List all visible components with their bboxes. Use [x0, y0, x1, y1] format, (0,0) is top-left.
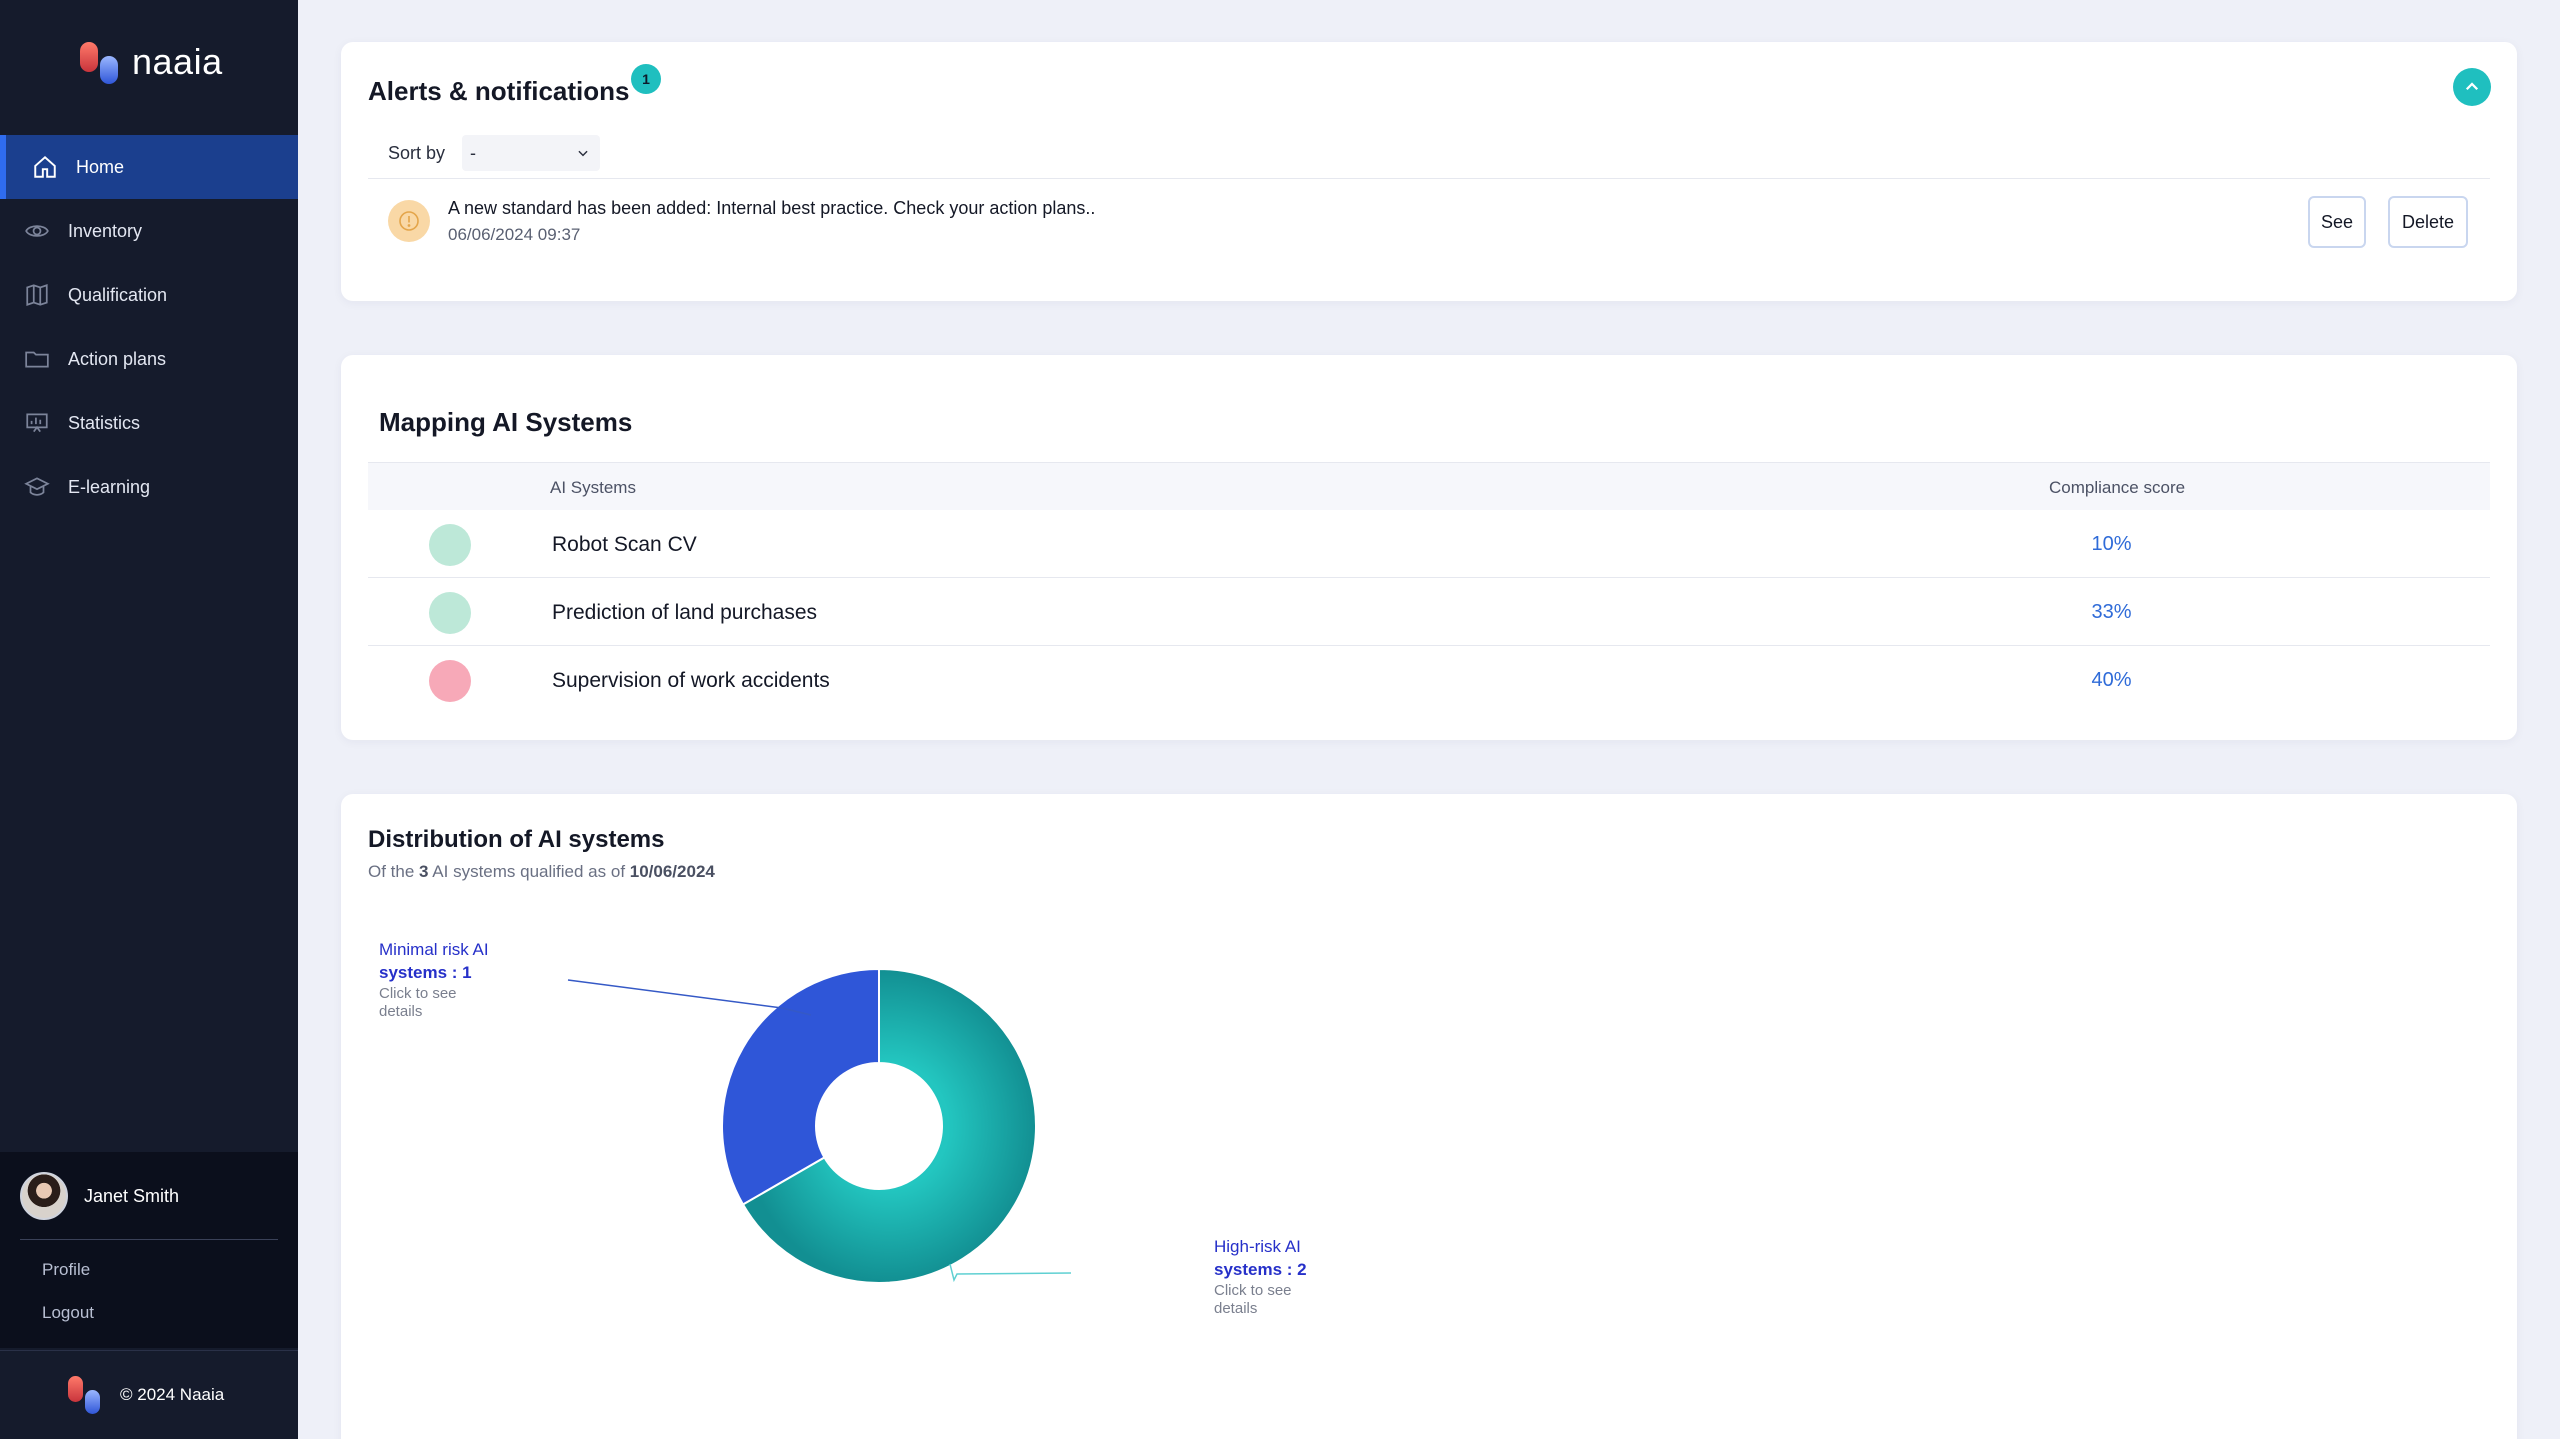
slice-hint-minimal-risk[interactable]: Click to see [379, 985, 457, 1002]
naaia-logo[interactable]: naaia [80, 40, 223, 84]
sidebar-item-statistics[interactable]: Statistics [0, 391, 298, 455]
sidebar-item-label: Home [76, 156, 125, 177]
sidebar-footer: © 2024 Naaia [0, 1350, 298, 1439]
eye-icon [25, 225, 49, 237]
chevron-up-icon [2465, 82, 2479, 91]
column-header-compliance-score: Compliance score [2049, 478, 2186, 497]
profile-link[interactable]: Profile [42, 1260, 90, 1280]
delete-button[interactable]: Delete [2388, 196, 2468, 248]
table-header: AI Systems Compliance score [368, 462, 2490, 510]
sort-select-value: - [470, 142, 476, 163]
map-icon [26, 284, 48, 306]
sidebar-item-label: Inventory [68, 220, 143, 241]
ai-system-name: Prediction of land purchases [552, 601, 817, 624]
warning-icon [388, 200, 430, 242]
sidebar-item-label: E-learning [68, 476, 151, 497]
chevron-down-icon [578, 150, 588, 157]
slice-label-minimal-risk[interactable]: Minimal risk AI [379, 940, 489, 959]
sidebar-item-home[interactable]: Home [0, 135, 298, 199]
slice-label-high-risk[interactable]: High-risk AI [1214, 1237, 1301, 1256]
alerts-card: Alerts & notifications 1 Sort by - A new… [341, 42, 2517, 301]
compliance-score[interactable]: 33% [2049, 601, 2174, 624]
alert-message: A new standard has been added: Internal … [448, 198, 1096, 218]
ai-system-name: Supervision of work accidents [552, 669, 830, 692]
slice-label-minimal-risk-count[interactable]: systems : 1 [379, 963, 472, 982]
table-row[interactable]: Prediction of land purchases 33% [368, 578, 2490, 646]
naaia-logo-mark-icon [80, 40, 124, 84]
compliance-score[interactable]: 10% [2049, 533, 2174, 556]
pie-slice-minimal-risk[interactable] [721, 967, 880, 1206]
sidebar-item-label: Action plans [68, 348, 167, 369]
divider [368, 178, 2490, 179]
sidebar-item-e-learning[interactable]: E-learning [0, 455, 298, 519]
slice-label-high-risk-count[interactable]: systems : 2 [1214, 1260, 1307, 1279]
sort-label: Sort by [388, 143, 446, 163]
table-row[interactable]: Robot Scan CV 10% [368, 510, 2490, 578]
mapping-card: Mapping AI Systems AI Systems Compliance… [341, 355, 2517, 740]
sidebar-item-action-plans[interactable]: Action plans [0, 327, 298, 391]
sidebar-item-inventory[interactable]: Inventory [0, 199, 298, 263]
see-button[interactable]: See [2308, 196, 2366, 248]
slice-hint-minimal-risk[interactable]: details [379, 1003, 422, 1020]
sort-select[interactable]: - [462, 135, 600, 171]
app-name: naaia [132, 41, 223, 82]
slice-hint-high-risk[interactable]: Click to see [1214, 1282, 1292, 1299]
divider [20, 1239, 278, 1240]
risk-status-dot [429, 524, 471, 566]
sidebar: naaia Home Inventory Qualification Actio… [0, 0, 298, 1439]
logout-link[interactable]: Logout [42, 1303, 94, 1323]
alerts-title: Alerts & notifications [368, 76, 630, 106]
sidebar-item-label: Statistics [68, 412, 141, 433]
compliance-score[interactable]: 40% [2049, 669, 2174, 692]
sidebar-item-qualification[interactable]: Qualification [0, 263, 298, 327]
risk-status-dot [429, 592, 471, 634]
copyright: © 2024 Naaia [120, 1385, 225, 1404]
graduation-cap-icon [24, 477, 50, 496]
leader-line-high-risk [949, 1263, 1072, 1283]
distribution-card: Distribution of AI systems Of the 3 AI s… [341, 794, 2517, 1439]
naaia-logo-mark-icon [68, 1376, 106, 1414]
user-menu[interactable]: Janet Smith [20, 1172, 179, 1220]
home-icon [34, 155, 56, 178]
collapse-button[interactable] [2453, 68, 2491, 106]
ai-system-name: Robot Scan CV [552, 533, 697, 556]
user-name: Janet Smith [84, 1185, 180, 1206]
table-row[interactable]: Supervision of work accidents 40% [368, 646, 2490, 714]
chart-icon [26, 413, 48, 433]
distribution-donut-chart: Minimal risk AIsystems : 1Click to seede… [379, 940, 1307, 1317]
folder-icon [25, 351, 49, 368]
slice-hint-high-risk[interactable]: details [1214, 1300, 1257, 1317]
sidebar-nav: Home Inventory Qualification Action plan… [0, 135, 298, 519]
risk-status-dot [429, 660, 471, 702]
sidebar-item-label: Qualification [68, 284, 168, 305]
alerts-count-badge: 1 [631, 64, 661, 94]
mapping-title: Mapping AI Systems [379, 407, 633, 437]
column-header-ai-systems: AI Systems [550, 478, 636, 497]
alert-timestamp: 06/06/2024 09:37 [448, 225, 581, 244]
avatar [20, 1172, 68, 1220]
